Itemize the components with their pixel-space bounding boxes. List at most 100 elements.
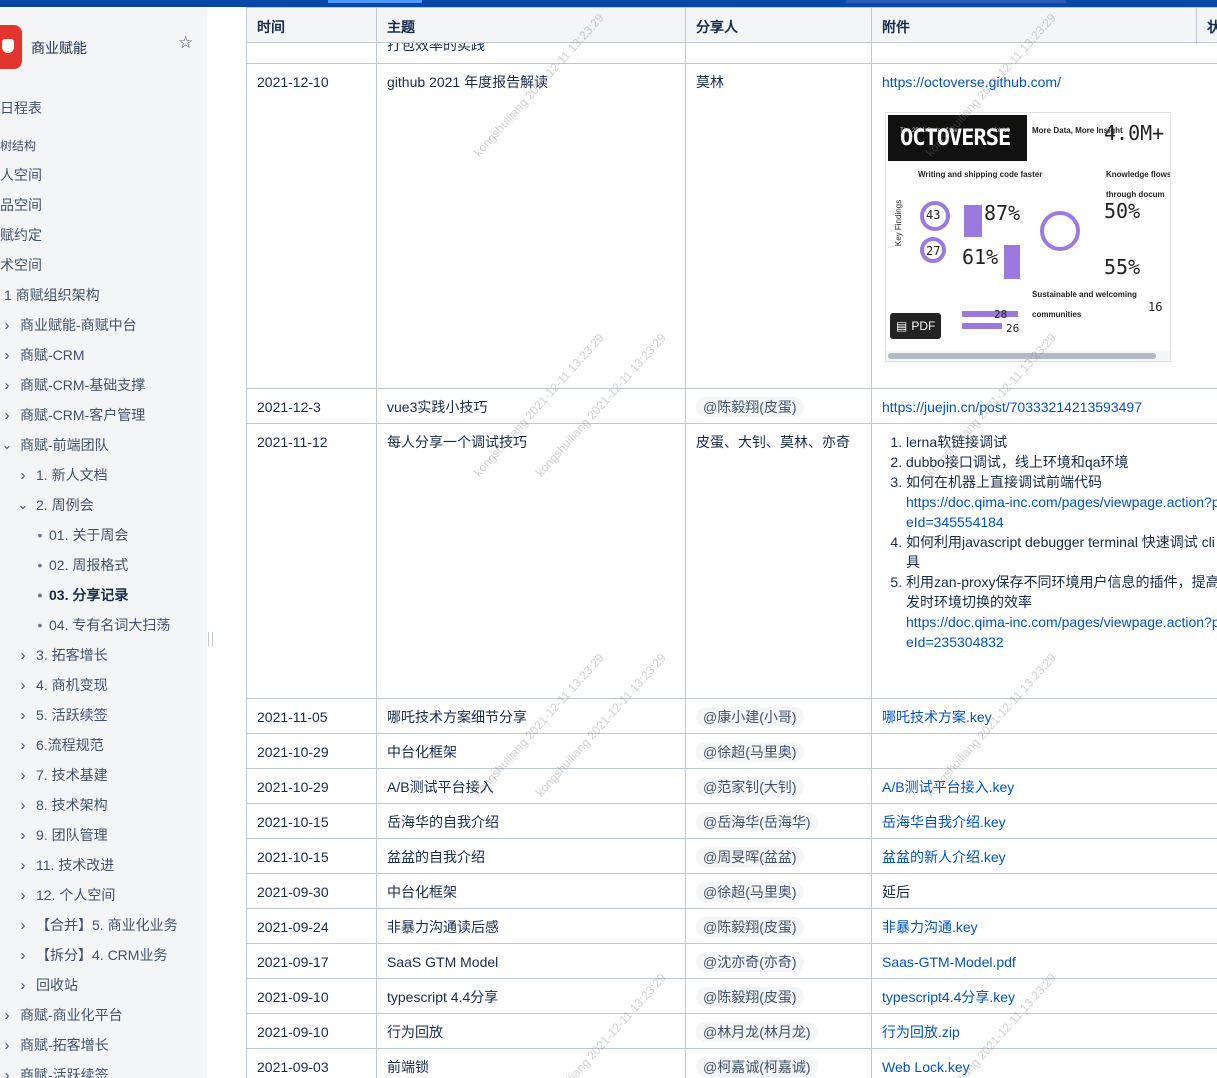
sidebar-item[interactable]: • 03. 分享记录 (33, 584, 129, 606)
attachment-link[interactable]: https://juejin.cn/post/70333214213593497 (882, 399, 1142, 415)
sidebar-item[interactable]: › 6.流程规范 (16, 734, 104, 756)
header-attachment: 附件 (871, 8, 1196, 44)
sidebar-item[interactable]: 赋约定 (0, 224, 42, 246)
chevron-right-icon[interactable]: › (0, 407, 14, 424)
chevron-right-icon[interactable]: › (16, 887, 30, 904)
sidebar-item[interactable]: › 商赋-CRM (0, 344, 85, 366)
chevron-right-icon[interactable]: › (16, 797, 30, 814)
sidebar-item[interactable]: › 【合并】5. 商业化业务 (16, 914, 178, 936)
tip-link[interactable]: https://doc.qima-inc.com/pages/viewpage.… (906, 494, 1217, 530)
chevron-right-icon[interactable]: › (0, 1007, 14, 1024)
table-cell: 打包效率的实践 (376, 43, 685, 63)
sidebar-item[interactable]: › 1. 新人文档 (16, 464, 108, 486)
space-header[interactable]: 商业赋能 ☆ (0, 25, 207, 69)
tip-link[interactable]: https://doc.qima-inc.com/pages/viewpage.… (906, 614, 1217, 650)
chevron-right-icon[interactable]: › (16, 947, 30, 964)
sidebar-item[interactable]: › 商赋-活跃续签 (0, 1064, 109, 1078)
row-date: 2021-09-24 (246, 909, 376, 943)
attachment-link[interactable]: 非暴力沟通.key (882, 919, 978, 935)
user-mention[interactable]: 陈毅翔(皮蛋) (696, 917, 804, 937)
user-mention[interactable]: 范家钊(大钊) (696, 777, 804, 797)
chevron-right-icon[interactable]: › (16, 977, 30, 994)
row-topic: 非暴力沟通读后感 (376, 909, 685, 943)
user-mention[interactable]: 康小建(小哥) (696, 707, 804, 727)
chevron-down-icon[interactable]: ⌄ (16, 497, 30, 513)
sidebar-item[interactable]: › 12. 个人空间 (16, 884, 116, 906)
attachment-link[interactable]: 岳海华自我介绍.key (882, 814, 1006, 830)
chevron-right-icon[interactable]: › (0, 317, 14, 334)
user-mention[interactable]: 岳海华(岳海华) (696, 812, 818, 832)
sidebar-item[interactable]: › 商赋-拓客增长 (0, 1034, 109, 1056)
sidebar-item[interactable]: › 回收站 (16, 974, 79, 996)
sidebar-item[interactable]: › 商赋-商业化平台 (0, 1004, 123, 1026)
row-attachment (871, 734, 1217, 768)
sidebar-item[interactable]: › 5. 活跃续签 (16, 704, 108, 726)
chevron-right-icon[interactable]: › (16, 707, 30, 724)
sidebar-item[interactable]: 品空间 (0, 194, 42, 216)
attachment-link[interactable]: Saas-GTM-Model.pdf (882, 954, 1016, 970)
chevron-right-icon[interactable]: › (16, 467, 30, 484)
attachment-link[interactable]: https://octoverse.github.com/ (882, 74, 1061, 90)
pdf-file-icon: ▤ (896, 319, 908, 333)
attachment-link[interactable]: typescript4.4分享.key (882, 989, 1015, 1005)
tip-text: dubbo接口调试，线上环境和qa环境 (906, 454, 1129, 470)
chevron-right-icon[interactable]: › (16, 677, 30, 694)
attachment-link[interactable]: 盆盆的新人介绍.key (882, 849, 1006, 865)
chevron-right-icon[interactable]: › (16, 917, 30, 934)
chevron-right-icon[interactable]: › (0, 1037, 14, 1054)
chevron-right-icon[interactable]: › (16, 647, 30, 664)
row-topic: 盆盆的自我介绍 (376, 839, 685, 873)
sidebar-item[interactable]: › 4. 商机变现 (16, 674, 108, 696)
chevron-right-icon[interactable]: › (16, 737, 30, 754)
top-nav-search-bar[interactable] (846, 0, 1066, 3)
sidebar-item[interactable]: 人空间 (0, 164, 42, 186)
pdf-chart-circle (1040, 211, 1080, 251)
user-mention[interactable]: 柯嘉诚(柯嘉诚) (696, 1057, 818, 1077)
chevron-right-icon[interactable]: › (0, 347, 14, 364)
sidebar-item[interactable]: › 7. 技术基建 (16, 764, 108, 786)
pdf-horizontal-scrollbar[interactable] (886, 351, 1170, 361)
chevron-right-icon[interactable]: › (0, 377, 14, 394)
sidebar-item[interactable]: › 商赋-CRM-客户管理 (0, 404, 146, 426)
sidebar-item[interactable]: • 01. 关于周会 (33, 524, 129, 546)
sidebar-item[interactable]: • 02. 周报格式 (33, 554, 129, 576)
chevron-down-icon[interactable]: ⌄ (0, 437, 14, 453)
sidebar-item[interactable]: 术空间 (0, 254, 42, 276)
sidebar-item-label: 12. 个人空间 (36, 887, 116, 903)
chevron-right-icon[interactable]: › (16, 767, 30, 784)
user-mention[interactable]: 沈亦奇(亦奇) (696, 952, 804, 972)
user-mention[interactable]: 徐超(马里奥) (696, 882, 804, 902)
pdf-preview[interactable]: The 2021 State of the OCTOVERSE Vol. VI Mor… (885, 112, 1171, 362)
list-item: lerna软链接调试 (906, 432, 1217, 452)
attachment-link[interactable]: 行为回放.zip (882, 1024, 960, 1040)
user-mention[interactable]: 陈毅翔(皮蛋) (696, 987, 804, 1007)
user-mention[interactable]: 陈毅翔(皮蛋) (696, 397, 804, 417)
star-icon[interactable]: ☆ (178, 34, 193, 51)
user-mention[interactable]: 周旻晖(盆盆) (696, 847, 804, 867)
user-mention[interactable]: 林月龙(林月龙) (696, 1022, 818, 1042)
sidebar-item[interactable]: › 3. 拓客增长 (16, 644, 108, 666)
row-date: 2021-09-17 (246, 944, 376, 978)
sidebar-item[interactable]: › 商业赋能-商赋中台 (0, 314, 137, 336)
sidebar-item[interactable]: ⌄ 商赋-前端团队 (0, 434, 109, 456)
sidebar-item[interactable]: › 11. 技术改进 (16, 854, 115, 876)
user-mention[interactable]: 徐超(马里奥) (696, 742, 804, 762)
sidebar-item[interactable]: › 8. 技术架构 (16, 794, 108, 816)
sidebar-item[interactable]: 日程表 (0, 97, 42, 119)
row-topic: github 2021 年度报告解读 (376, 64, 685, 388)
sidebar-item[interactable]: • 04. 专有名词大扫荡 (33, 614, 171, 636)
row-topic: vue3实践小技巧 (376, 389, 685, 423)
chevron-right-icon[interactable]: › (16, 857, 30, 874)
attachment-link[interactable]: 哪吒技术方案.key (882, 709, 992, 725)
chevron-right-icon[interactable]: › (0, 1067, 14, 1078)
chevron-right-icon[interactable]: › (16, 827, 30, 844)
sidebar-item[interactable]: 树结构 (0, 134, 36, 156)
sidebar-item[interactable]: › 商赋-CRM-基础支撑 (0, 374, 146, 396)
sidebar-item[interactable]: › 【拆分】4. CRM业务 (16, 944, 168, 966)
attachment-link[interactable]: Web Lock.key (882, 1059, 970, 1075)
table-row: 2021-09-24非暴力沟通读后感陈毅翔(皮蛋) 非暴力沟通.key (246, 909, 1217, 944)
sidebar-item[interactable]: ⌄ 2. 周例会 (16, 494, 94, 516)
attachment-link[interactable]: A/B测试平台接入.key (882, 779, 1014, 795)
sidebar-item[interactable]: › 9. 团队管理 (16, 824, 108, 846)
sidebar-item[interactable]: 1 商赋组织架构 (4, 284, 100, 306)
